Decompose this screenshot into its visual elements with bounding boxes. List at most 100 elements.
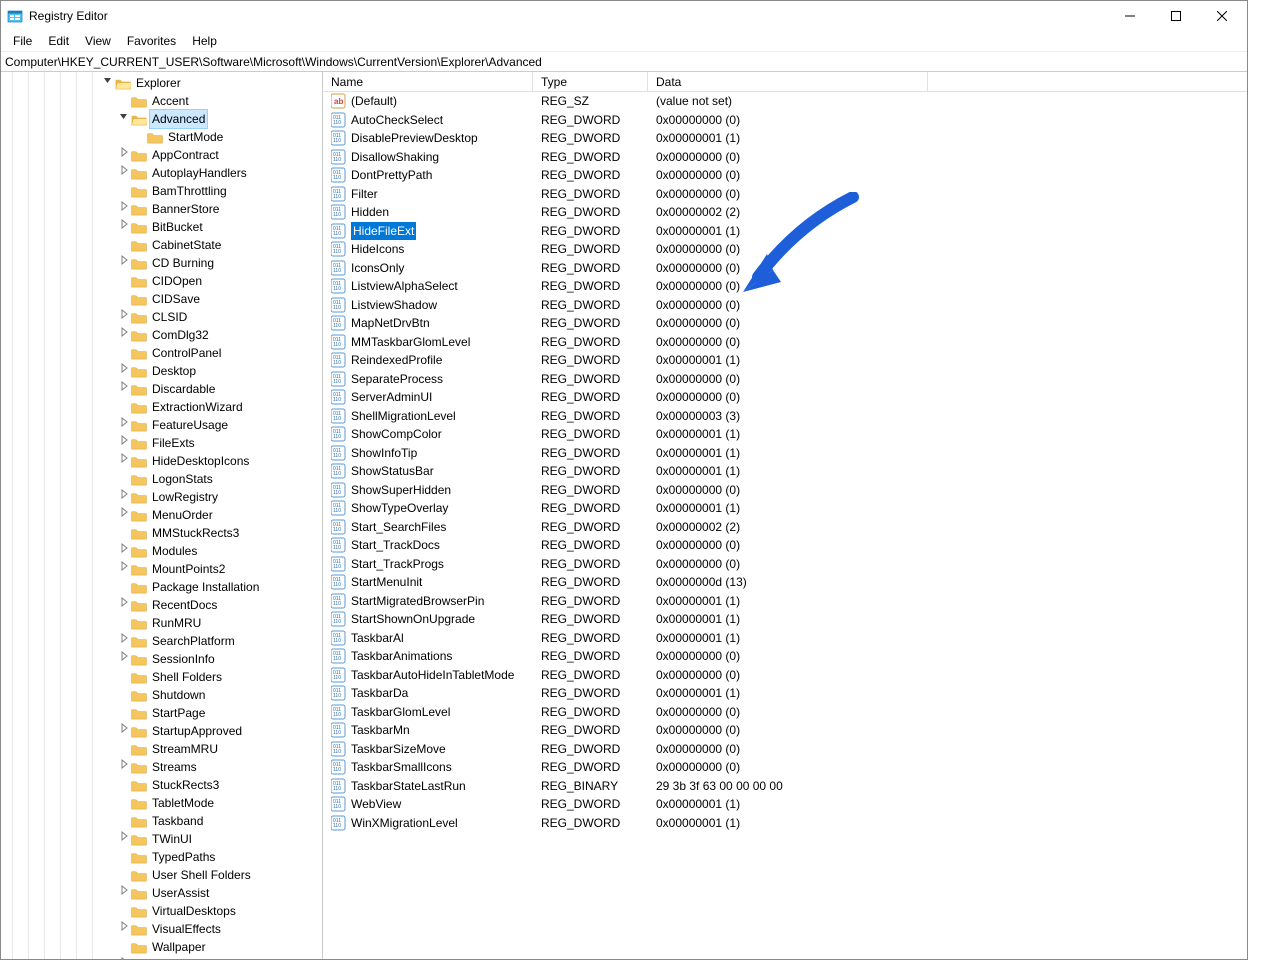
list-row[interactable]: TaskbarMnREG_DWORD0x00000000 (0) — [323, 721, 1247, 740]
chevron-right-icon[interactable] — [117, 362, 131, 380]
chevron-right-icon[interactable] — [117, 956, 131, 959]
tree-item[interactable]: TypedPaths — [1, 848, 322, 866]
list-row[interactable]: ShellMigrationLevelREG_DWORD0x00000003 (… — [323, 407, 1247, 426]
tree-item[interactable]: CD Burning — [1, 254, 322, 272]
chevron-right-icon[interactable] — [117, 218, 131, 236]
tree-item[interactable]: LowRegistry — [1, 488, 322, 506]
chevron-right-icon[interactable] — [117, 722, 131, 740]
list-row[interactable]: MapNetDrvBtnREG_DWORD0x00000000 (0) — [323, 314, 1247, 333]
menu-item-favorites[interactable]: Favorites — [119, 31, 184, 51]
list-row[interactable]: ShowInfoTipREG_DWORD0x00000001 (1) — [323, 444, 1247, 463]
minimize-button[interactable] — [1107, 1, 1153, 31]
tree-item[interactable]: RunMRU — [1, 614, 322, 632]
list-row[interactable]: DisablePreviewDesktopREG_DWORD0x00000001… — [323, 129, 1247, 148]
tree-item[interactable]: VisualEffects — [1, 920, 322, 938]
list-row[interactable]: ShowTypeOverlayREG_DWORD0x00000001 (1) — [323, 499, 1247, 518]
list-row[interactable]: TaskbarAlREG_DWORD0x00000001 (1) — [323, 629, 1247, 648]
column-header-type[interactable]: Type — [533, 72, 648, 91]
chevron-right-icon[interactable] — [117, 434, 131, 452]
tree-item[interactable]: TWinUI — [1, 830, 322, 848]
chevron-right-icon[interactable] — [117, 164, 131, 182]
tree-item[interactable]: ControlPanel — [1, 344, 322, 362]
list-row[interactable]: StartMenuInitREG_DWORD0x0000000d (13) — [323, 573, 1247, 592]
tree-item[interactable]: CIDOpen — [1, 272, 322, 290]
menu-item-help[interactable]: Help — [184, 31, 225, 51]
chevron-right-icon[interactable] — [117, 884, 131, 902]
tree-item[interactable]: StartupApproved — [1, 722, 322, 740]
list-row[interactable]: ListviewShadowREG_DWORD0x00000000 (0) — [323, 296, 1247, 315]
chevron-down-icon[interactable] — [101, 74, 115, 92]
tree-item[interactable]: Accent — [1, 92, 322, 110]
list-row[interactable]: Start_TrackDocsREG_DWORD0x00000000 (0) — [323, 536, 1247, 555]
list-row[interactable]: Start_SearchFilesREG_DWORD0x00000002 (2) — [323, 518, 1247, 537]
list-row[interactable]: TaskbarAnimationsREG_DWORD0x00000000 (0) — [323, 647, 1247, 666]
tree-item[interactable]: Modules — [1, 542, 322, 560]
tree-item[interactable]: Taskband — [1, 812, 322, 830]
list-row[interactable]: ServerAdminUIREG_DWORD0x00000000 (0) — [323, 388, 1247, 407]
list-row[interactable]: SeparateProcessREG_DWORD0x00000000 (0) — [323, 370, 1247, 389]
list-row[interactable]: ShowStatusBarREG_DWORD0x00000001 (1) — [323, 462, 1247, 481]
tree-item[interactable]: CabinetState — [1, 236, 322, 254]
tree-item[interactable]: AutoplayHandlers — [1, 164, 322, 182]
list-row[interactable]: ShowSuperHiddenREG_DWORD0x00000000 (0) — [323, 481, 1247, 500]
tree-item[interactable]: AppContract — [1, 146, 322, 164]
tree-item[interactable]: CIDSave — [1, 290, 322, 308]
tree-item[interactable]: StreamMRU — [1, 740, 322, 758]
list-row[interactable]: DisallowShakingREG_DWORD0x00000000 (0) — [323, 148, 1247, 167]
tree-item[interactable]: Streams — [1, 758, 322, 776]
list-row[interactable]: HideFileExtREG_DWORD0x00000001 (1) — [323, 222, 1247, 241]
tree-item[interactable]: Discardable — [1, 380, 322, 398]
chevron-right-icon[interactable] — [117, 506, 131, 524]
tree-item[interactable]: TabletMode — [1, 794, 322, 812]
list-row[interactable]: WebViewREG_DWORD0x00000001 (1) — [323, 795, 1247, 814]
chevron-right-icon[interactable] — [117, 542, 131, 560]
chevron-right-icon[interactable] — [117, 308, 131, 326]
chevron-right-icon[interactable] — [117, 830, 131, 848]
chevron-down-icon[interactable] — [117, 110, 131, 128]
list-row[interactable]: StartShownOnUpgradeREG_DWORD0x00000001 (… — [323, 610, 1247, 629]
list-row[interactable]: ListviewAlphaSelectREG_DWORD0x00000000 (… — [323, 277, 1247, 296]
tree-item[interactable]: Shutdown — [1, 686, 322, 704]
tree-item[interactable]: UserAssist — [1, 884, 322, 902]
list-row[interactable]: IconsOnlyREG_DWORD0x00000000 (0) — [323, 259, 1247, 278]
tree-item[interactable]: StartMode — [1, 128, 322, 146]
list-row[interactable]: TaskbarGlomLevelREG_DWORD0x00000000 (0) — [323, 703, 1247, 722]
chevron-right-icon[interactable] — [117, 596, 131, 614]
tree-item[interactable]: ExtractionWizard — [1, 398, 322, 416]
list-row[interactable]: FilterREG_DWORD0x00000000 (0) — [323, 185, 1247, 204]
chevron-right-icon[interactable] — [117, 488, 131, 506]
tree-item[interactable]: BamThrottling — [1, 182, 322, 200]
tree-item[interactable]: Wallpapers — [1, 956, 322, 959]
tree-item[interactable]: FeatureUsage — [1, 416, 322, 434]
close-button[interactable] — [1199, 1, 1245, 31]
tree-item[interactable]: StuckRects3 — [1, 776, 322, 794]
menu-item-file[interactable]: File — [5, 31, 40, 51]
chevron-right-icon[interactable] — [117, 326, 131, 344]
tree-item[interactable]: Shell Folders — [1, 668, 322, 686]
tree-item[interactable]: BitBucket — [1, 218, 322, 236]
chevron-right-icon[interactable] — [117, 254, 131, 272]
list-row[interactable]: TaskbarSmallIconsREG_DWORD0x00000000 (0) — [323, 758, 1247, 777]
chevron-right-icon[interactable] — [117, 632, 131, 650]
list-row[interactable]: ShowCompColorREG_DWORD0x00000001 (1) — [323, 425, 1247, 444]
list-row[interactable]: StartMigratedBrowserPinREG_DWORD0x000000… — [323, 592, 1247, 611]
chevron-right-icon[interactable] — [117, 920, 131, 938]
titlebar[interactable]: Registry Editor — [1, 1, 1247, 31]
tree-item[interactable]: Explorer — [1, 74, 322, 92]
list-row[interactable]: MMTaskbarGlomLevelREG_DWORD0x00000000 (0… — [323, 333, 1247, 352]
menu-item-edit[interactable]: Edit — [40, 31, 77, 51]
tree-item[interactable]: SearchPlatform — [1, 632, 322, 650]
tree-item[interactable]: MMStuckRects3 — [1, 524, 322, 542]
list-row[interactable]: Start_TrackProgsREG_DWORD0x00000000 (0) — [323, 555, 1247, 574]
tree-item[interactable]: RecentDocs — [1, 596, 322, 614]
column-header-name[interactable]: Name — [323, 72, 533, 91]
tree-item[interactable]: User Shell Folders — [1, 866, 322, 884]
tree-item[interactable]: Wallpaper — [1, 938, 322, 956]
tree-item[interactable]: MountPoints2 — [1, 560, 322, 578]
list-row[interactable]: ReindexedProfileREG_DWORD0x00000001 (1) — [323, 351, 1247, 370]
list-body[interactable]: (Default)REG_SZ(value not set)AutoCheckS… — [323, 92, 1247, 959]
list-row[interactable]: (Default)REG_SZ(value not set) — [323, 92, 1247, 111]
tree-pane[interactable]: ExplorerAccentAdvancedStartModeAppContra… — [1, 72, 323, 959]
tree-item[interactable]: Desktop — [1, 362, 322, 380]
list-row[interactable]: WinXMigrationLevelREG_DWORD0x00000001 (1… — [323, 814, 1247, 833]
